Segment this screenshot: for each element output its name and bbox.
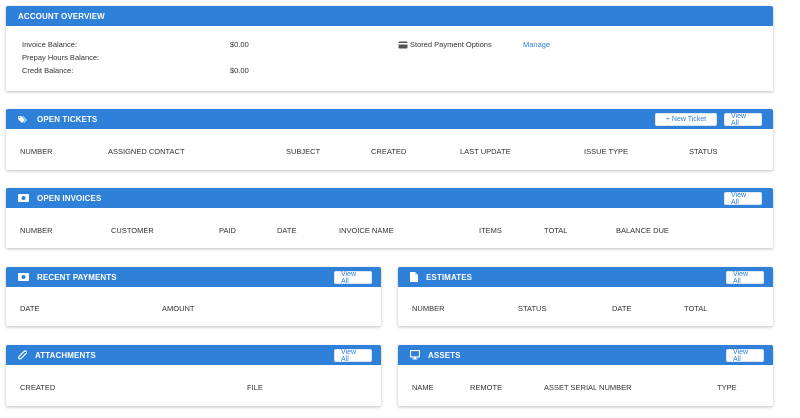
assets-table-header: NAME REMOTE ASSET SERIAL NUMBER TYPE	[398, 365, 773, 406]
attachments-table-header: CREATED FILE	[6, 365, 381, 406]
open-tickets-table-header: NUMBER ASSIGNED CONTACT SUBJECT CREATED …	[6, 129, 773, 170]
column-header[interactable]: TOTAL	[544, 226, 567, 235]
money-icon	[18, 194, 29, 202]
column-header[interactable]: AMOUNT	[162, 304, 195, 313]
assets-view-all-button[interactable]: View All	[726, 349, 764, 363]
payments-view-all-button[interactable]: View All	[334, 271, 372, 285]
column-header[interactable]: NAME	[412, 383, 434, 392]
column-header[interactable]: TYPE	[717, 383, 737, 392]
credit-balance-label: Credit Balance:	[22, 66, 74, 75]
column-header[interactable]: TOTAL	[684, 304, 707, 313]
stored-payment-label: Stored Payment Options	[410, 40, 492, 49]
credit-card-icon	[398, 41, 408, 49]
tickets-view-all-button[interactable]: View All	[724, 113, 762, 127]
column-header[interactable]: ASSIGNED CONTACT	[108, 147, 185, 156]
recent-payments-table-header: DATE AMOUNT	[6, 287, 381, 326]
manage-link[interactable]: Manage	[523, 40, 550, 49]
account-overview-header: ACCOUNT OVERVIEW	[6, 6, 773, 26]
recent-payments-header: RECENT PAYMENTS View All	[6, 267, 381, 287]
column-header[interactable]: STATUS	[689, 147, 717, 156]
invoice-balance-label: Invoice Balance:	[22, 40, 78, 49]
column-header[interactable]: INVOICE NAME	[339, 226, 394, 235]
new-ticket-button[interactable]: + New Ticket	[655, 113, 717, 126]
credit-balance-value: $0.00	[230, 66, 249, 75]
column-header[interactable]: BALANCE DUE	[616, 226, 669, 235]
monitor-icon	[410, 350, 420, 360]
account-overview-title: ACCOUNT OVERVIEW	[18, 11, 105, 21]
assets-panel: ASSETS View All NAME REMOTE ASSET SERIAL…	[398, 345, 773, 406]
estimates-title: ESTIMATES	[426, 272, 473, 282]
open-invoices-title: OPEN INVOICES	[37, 193, 102, 203]
open-tickets-header: OPEN TICKETS + New Ticket View All	[6, 109, 773, 129]
column-header[interactable]: ASSET SERIAL NUMBER	[544, 383, 632, 392]
column-header[interactable]: ISSUE TYPE	[584, 147, 628, 156]
recent-payments-title: RECENT PAYMENTS	[37, 272, 117, 282]
estimates-view-all-button[interactable]: View All	[726, 271, 764, 285]
estimates-panel: ESTIMATES View All NUMBER STATUS DATE TO…	[398, 267, 773, 326]
open-invoices-panel: OPEN INVOICES View All NUMBER CUSTOMER P…	[6, 188, 773, 248]
attachments-panel: ATTACHMENTS View All CREATED FILE	[6, 345, 381, 406]
column-header[interactable]: LAST UPDATE	[460, 147, 511, 156]
column-header[interactable]: PAID	[219, 226, 236, 235]
column-header[interactable]: SUBJECT	[286, 147, 320, 156]
recent-payments-panel: RECENT PAYMENTS View All DATE AMOUNT	[6, 267, 381, 326]
account-overview-body: Invoice Balance: $0.00 Prepay Hours Bala…	[6, 26, 773, 91]
invoices-view-all-button[interactable]: View All	[724, 192, 762, 206]
account-overview-panel: ACCOUNT OVERVIEW Invoice Balance: $0.00 …	[6, 6, 773, 91]
assets-header: ASSETS View All	[398, 345, 773, 365]
column-header[interactable]: CREATED	[20, 383, 55, 392]
attachments-view-all-button[interactable]: View All	[334, 349, 372, 363]
attachments-title: ATTACHMENTS	[35, 350, 96, 360]
column-header[interactable]: NUMBER	[412, 304, 445, 313]
column-header[interactable]: NUMBER	[20, 226, 53, 235]
open-invoices-table-header: NUMBER CUSTOMER PAID DATE INVOICE NAME I…	[6, 208, 773, 248]
column-header[interactable]: DATE	[20, 304, 39, 313]
tags-icon	[18, 115, 29, 124]
open-invoices-header: OPEN INVOICES View All	[6, 188, 773, 208]
column-header[interactable]: CUSTOMER	[111, 226, 154, 235]
column-header[interactable]: STATUS	[518, 304, 546, 313]
estimates-header: ESTIMATES View All	[398, 267, 773, 287]
attachments-header: ATTACHMENTS View All	[6, 345, 381, 365]
paperclip-icon	[18, 350, 27, 360]
column-header[interactable]: REMOTE	[470, 383, 502, 392]
column-header[interactable]: NUMBER	[20, 147, 53, 156]
document-icon	[410, 272, 418, 282]
estimates-table-header: NUMBER STATUS DATE TOTAL	[398, 287, 773, 326]
prepay-hours-label: Prepay Hours Balance:	[22, 53, 100, 62]
column-header[interactable]: CREATED	[371, 147, 406, 156]
invoice-balance-value: $0.00	[230, 40, 249, 49]
open-tickets-panel: OPEN TICKETS + New Ticket View All NUMBE…	[6, 109, 773, 170]
open-tickets-title: OPEN TICKETS	[37, 114, 98, 124]
column-header[interactable]: DATE	[277, 226, 296, 235]
assets-title: ASSETS	[428, 350, 461, 360]
money-icon	[18, 273, 29, 281]
column-header[interactable]: DATE	[612, 304, 631, 313]
column-header[interactable]: ITEMS	[479, 226, 502, 235]
column-header[interactable]: FILE	[247, 383, 263, 392]
